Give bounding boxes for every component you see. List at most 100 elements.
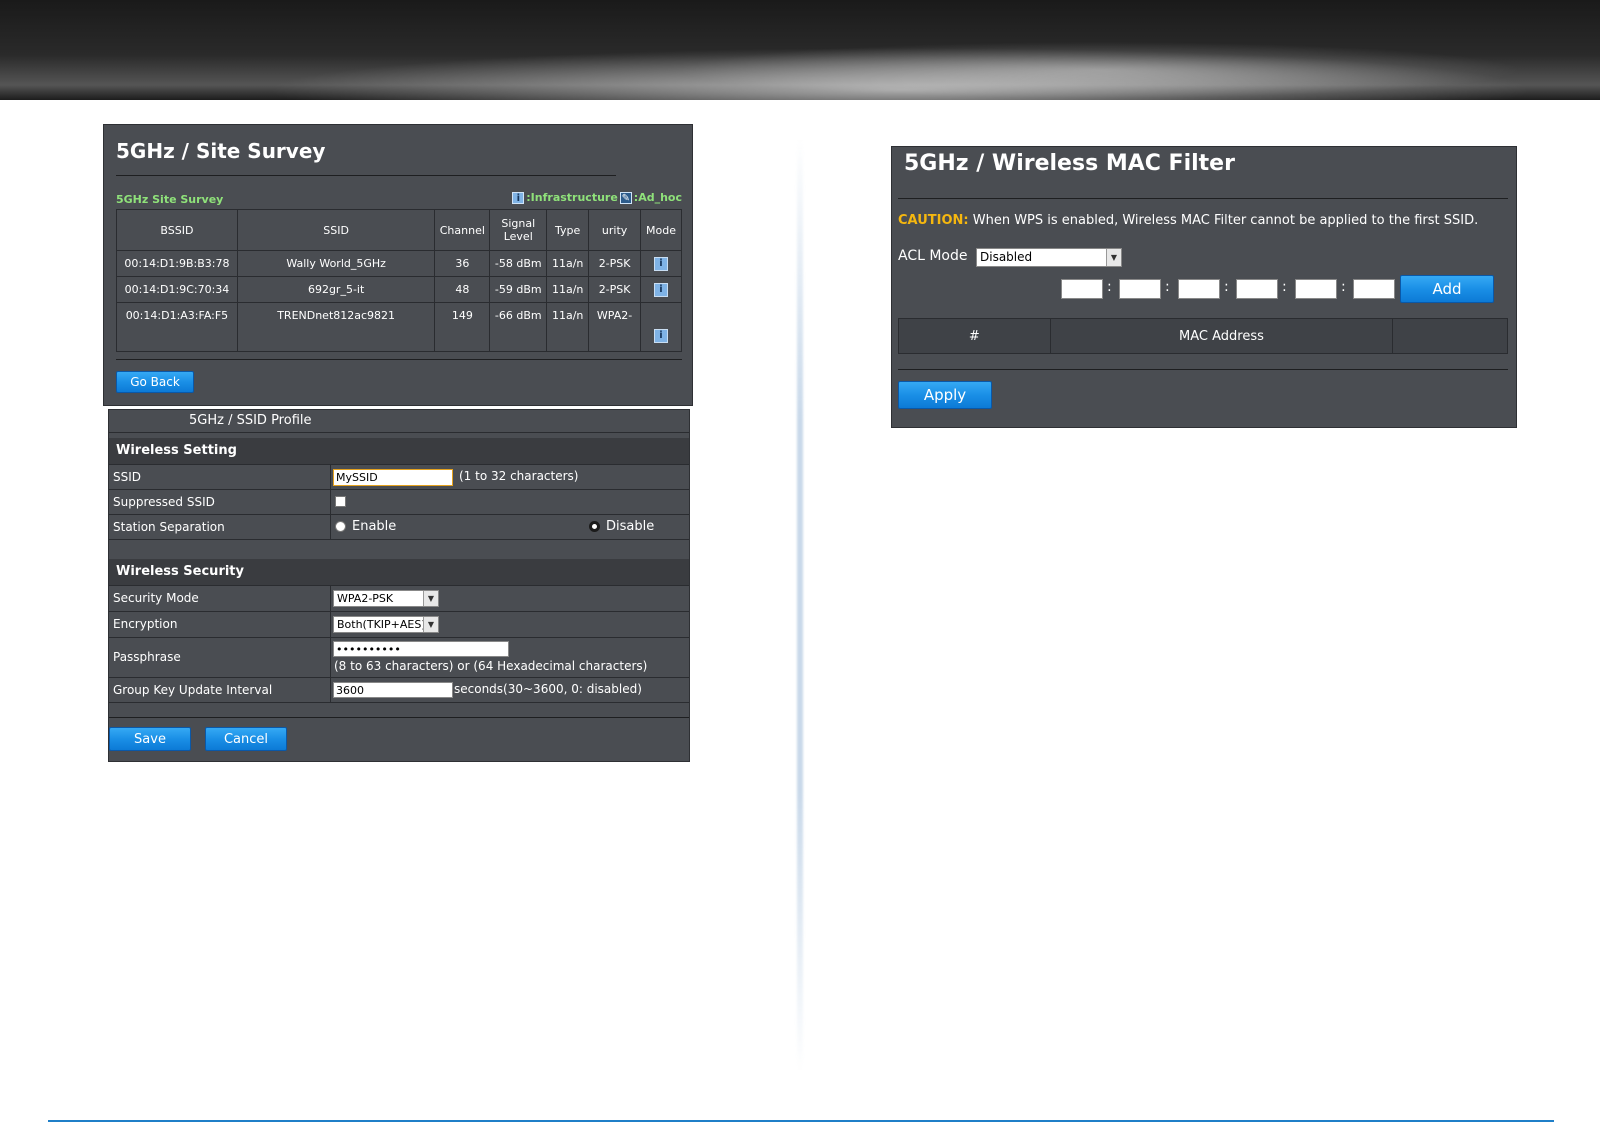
wireless-setting-title: Wireless Setting	[116, 443, 237, 458]
disable-label: Disable	[606, 519, 655, 534]
mac-octet-5-input[interactable]	[1295, 279, 1337, 299]
cell-type: 11a/n	[546, 250, 590, 277]
mac-octet-1-input[interactable]	[1061, 279, 1103, 299]
cell-ssid: Wally World_5GHz	[236, 250, 436, 277]
encryption-row: Encryption Both(TKIP+AES) ▼	[109, 612, 689, 638]
infrastructure-icon: i	[654, 329, 669, 343]
mac-separator: :	[1107, 279, 1112, 295]
passphrase-label: Passphrase	[113, 650, 181, 664]
column-separator	[330, 678, 331, 702]
security-mode-label: Security Mode	[113, 591, 199, 605]
infrastructure-icon: i	[654, 257, 669, 271]
mac-filter-title: 5GHz / Wireless MAC Filter	[904, 151, 1235, 176]
encryption-label: Encryption	[113, 617, 178, 631]
add-mac-button[interactable]: Add	[1400, 275, 1494, 303]
ssid-label: SSID	[113, 470, 142, 484]
legend-adhoc: :Ad_hoc	[633, 191, 682, 204]
acl-mode-value: Disabled	[980, 250, 1033, 264]
wireless-security-title: Wireless Security	[116, 564, 244, 579]
passphrase-hint: (8 to 63 characters) or (64 Hexadecimal …	[334, 659, 648, 673]
site-survey-panel: 5GHz / Site Survey 5GHz Site Survey i :I…	[103, 124, 693, 406]
suppressed-ssid-checkbox[interactable]	[335, 496, 346, 507]
cell-bssid: 00:14:D1:9C:70:34	[116, 276, 238, 303]
encryption-value: Both(TKIP+AES)	[337, 618, 426, 631]
col-mode: Mode	[640, 209, 682, 251]
caution-text: When WPS is enabled, Wireless MAC Filter…	[968, 213, 1479, 228]
col-channel: Channel	[434, 209, 491, 251]
col-ssid: SSID	[236, 209, 436, 251]
go-back-button[interactable]: Go Back	[116, 371, 194, 393]
cell-signal: -59 dBm	[489, 276, 548, 303]
mac-filter-panel: 5GHz / Wireless MAC Filter CAUTION: When…	[891, 146, 1517, 428]
suppressed-ssid-row: Suppressed SSID	[109, 490, 689, 515]
column-separator	[330, 612, 331, 637]
cell-signal: -58 dBm	[489, 250, 548, 277]
column-separator	[330, 586, 331, 611]
station-separation-label: Station Separation	[113, 520, 225, 534]
mac-octet-6-input[interactable]	[1353, 279, 1395, 299]
title-underline	[116, 175, 616, 176]
col-security: urity	[588, 209, 642, 251]
passphrase-input[interactable]: ••••••••••	[333, 641, 509, 657]
group-key-row: Group Key Update Interval 3600 seconds(3…	[109, 678, 689, 703]
station-separation-row: Station Separation Enable Disable	[109, 515, 689, 540]
cell-bssid: 00:14:D1:A3:FA:F5	[116, 302, 238, 352]
acl-mode-select[interactable]: Disabled ▼	[976, 248, 1122, 267]
mac-octet-2-input[interactable]	[1119, 279, 1161, 299]
cell-channel: 48	[434, 276, 491, 303]
encryption-select[interactable]: Both(TKIP+AES) ▼	[333, 616, 439, 633]
table-row[interactable]: 00:14:D1:A3:FA:F5 TRENDnet812ac9821 149 …	[116, 302, 682, 352]
col-number: #	[898, 318, 1051, 354]
cell-bssid: 00:14:D1:9B:B3:78	[116, 250, 238, 277]
cell-ssid: TRENDnet812ac9821	[236, 302, 436, 352]
acl-mode-label: ACL Mode	[898, 248, 968, 264]
legend-infrastructure: :Infrastructure	[526, 191, 618, 204]
mac-octet-3-input[interactable]	[1178, 279, 1220, 299]
cell-signal: -66 dBm	[489, 302, 548, 352]
chevron-down-icon: ▼	[423, 617, 438, 632]
table-row[interactable]: 00:14:D1:9B:B3:78 Wally World_5GHz 36 -5…	[116, 250, 682, 277]
col-signal-label: Signal Level	[501, 217, 536, 243]
apply-button[interactable]: Apply	[898, 381, 992, 409]
enable-radio[interactable]	[335, 521, 346, 532]
group-key-label: Group Key Update Interval	[113, 683, 273, 697]
cell-security: 2-PSK	[588, 250, 642, 277]
cell-channel: 149	[434, 302, 491, 352]
cell-type: 11a/n	[546, 302, 590, 352]
mac-address-table: # MAC Address	[898, 318, 1508, 354]
ssid-row: SSID MySSID (1 to 32 characters)	[109, 465, 689, 490]
table-bottom-line	[116, 359, 682, 360]
mac-octet-4-input[interactable]	[1236, 279, 1278, 299]
group-key-hint: seconds(30~3600, 0: disabled)	[454, 682, 642, 696]
table-row[interactable]: 00:14:D1:9C:70:34 692gr_5-it 48 -59 dBm …	[116, 276, 682, 303]
mac-separator: :	[1282, 279, 1287, 295]
cell-ssid: 692gr_5-it	[236, 276, 436, 303]
column-separator	[330, 515, 331, 539]
suppressed-ssid-label: Suppressed SSID	[113, 495, 215, 509]
mac-separator: :	[1341, 279, 1346, 295]
form-bottom-line	[109, 717, 689, 718]
caution-prefix: CAUTION:	[898, 213, 969, 228]
header-banner	[0, 0, 1600, 100]
ssid-hint: (1 to 32 characters)	[459, 469, 579, 483]
caution-message: CAUTION: When WPS is enabled, Wireless M…	[898, 213, 1498, 229]
chevron-down-icon: ▼	[423, 591, 438, 606]
passphrase-row: Passphrase •••••••••• (8 to 63 character…	[109, 638, 689, 678]
save-button[interactable]: Save	[109, 727, 191, 751]
page-divider	[797, 140, 803, 1070]
column-separator	[330, 490, 331, 514]
disable-radio[interactable]	[589, 521, 600, 532]
cell-mode: i	[640, 250, 682, 277]
security-mode-select[interactable]: WPA2-PSK ▼	[333, 590, 439, 607]
ssid-profile-panel: 5GHz / SSID Profile Wireless Setting SSI…	[108, 409, 690, 762]
cell-mode: i	[640, 276, 682, 303]
table-header-row: BSSID SSID Channel Signal Level Type uri…	[116, 209, 682, 251]
cell-type: 11a/n	[546, 276, 590, 303]
cell-mode: i	[640, 302, 682, 352]
chevron-down-icon: ▼	[1106, 249, 1121, 266]
col-type: Type	[546, 209, 590, 251]
ssid-input[interactable]: MySSID	[333, 469, 453, 486]
cancel-button[interactable]: Cancel	[205, 727, 287, 751]
group-key-input[interactable]: 3600	[333, 682, 453, 698]
site-survey-table: BSSID SSID Channel Signal Level Type uri…	[116, 209, 682, 352]
